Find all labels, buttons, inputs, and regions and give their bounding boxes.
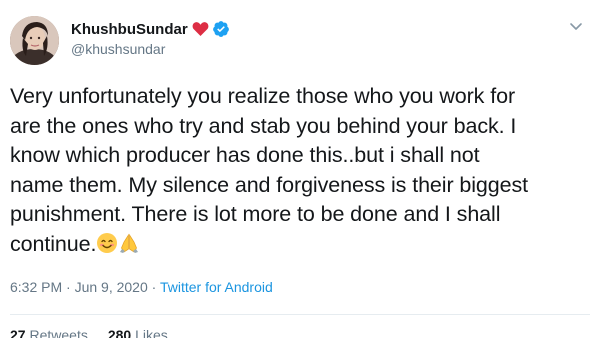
author-block: KhushbuSundar @khushsundar (71, 18, 230, 57)
retweets-stat[interactable]: 27 Retweets (10, 327, 88, 338)
tweet-line: know which producer has done this..but i… (10, 143, 480, 168)
tweet-stats: 27 Retweets 280 Likes (10, 327, 168, 338)
retweets-label: Retweets (29, 327, 88, 338)
likes-count: 280 (107, 327, 132, 338)
tweet-card: KhushbuSundar @khushsundar Very unfortun… (0, 0, 600, 338)
tweet-line: are the ones who try and stab you behind… (10, 113, 517, 138)
tweet-line: name them. My silence and forgiveness is… (10, 172, 529, 197)
chevron-down-icon[interactable] (568, 18, 584, 34)
retweets-count: 27 (10, 327, 26, 338)
tweet-line: continue. (10, 231, 97, 256)
folded-hands-icon (118, 232, 140, 254)
source-link[interactable]: Twitter for Android (160, 279, 273, 295)
display-name-row: KhushbuSundar (71, 18, 230, 40)
verified-badge-icon (212, 20, 230, 38)
red-heart-icon (192, 21, 209, 37)
tweet-meta: 6:32 PM · Jun 9, 2020 · Twitter for Andr… (10, 279, 273, 295)
likes-stat[interactable]: 280 Likes (108, 327, 168, 338)
handle[interactable]: @khushsundar (71, 41, 230, 57)
display-name[interactable]: KhushbuSundar (71, 21, 188, 38)
tweet-line: Very unfortunately you realize those who… (10, 84, 516, 108)
likes-label: Likes (135, 327, 168, 338)
tweet-last-line: continue. (10, 230, 590, 260)
avatar[interactable] (10, 16, 59, 65)
tweet-line: punishment. There is lot more to be done… (10, 202, 501, 227)
tweet-text: Very unfortunately you realize those who… (10, 82, 590, 260)
divider (10, 314, 590, 315)
smiling-face-icon (96, 232, 118, 254)
timestamp[interactable]: 6:32 PM · Jun 9, 2020 · (10, 279, 160, 295)
